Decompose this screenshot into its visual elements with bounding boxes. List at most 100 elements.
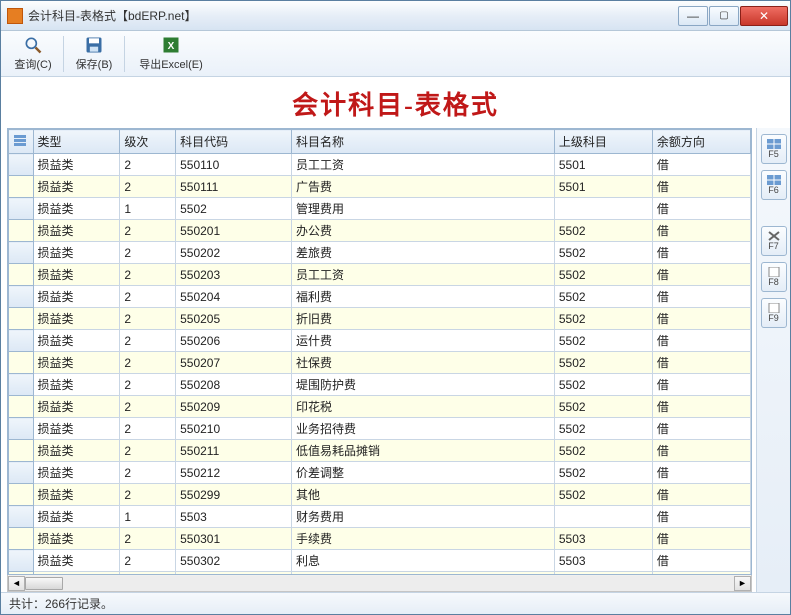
minimize-button[interactable]: — — [678, 6, 708, 26]
cell-level[interactable]: 2 — [120, 220, 176, 242]
cell-name[interactable]: 利息 — [291, 550, 554, 572]
table-row[interactable]: 损益类2550201办公费5502借 — [9, 220, 751, 242]
cell-name[interactable]: 折旧费 — [291, 308, 554, 330]
cell-type[interactable]: 损益类 — [33, 330, 120, 352]
cell-type[interactable]: 损益类 — [33, 396, 120, 418]
cell-dir[interactable]: 借 — [652, 506, 750, 528]
cell-dir[interactable]: 借 — [652, 330, 750, 352]
cell-code[interactable]: 550302 — [176, 550, 292, 572]
save-button[interactable]: 保存(B) — [70, 33, 118, 75]
query-button[interactable]: 查询(C) — [9, 33, 57, 75]
cell-name[interactable]: 管理费用 — [291, 198, 554, 220]
table-row[interactable]: 损益类2550208堤围防护费5502借 — [9, 374, 751, 396]
table-row[interactable]: 损益类15503财务费用借 — [9, 506, 751, 528]
cell-parent[interactable]: 5502 — [554, 308, 652, 330]
cell-dir[interactable]: 借 — [652, 440, 750, 462]
cell-name[interactable]: 手续费 — [291, 528, 554, 550]
f6-button[interactable]: F6 — [761, 170, 787, 200]
cell-dir[interactable]: 借 — [652, 154, 750, 176]
cell-type[interactable]: 损益类 — [33, 264, 120, 286]
col-header-dir[interactable]: 余额方向 — [652, 130, 750, 154]
cell-dir[interactable]: 借 — [652, 352, 750, 374]
cell-dir[interactable]: 借 — [652, 528, 750, 550]
cell-code[interactable]: 550299 — [176, 484, 292, 506]
cell-level[interactable]: 1 — [120, 198, 176, 220]
cell-name[interactable]: 价差调整 — [291, 462, 554, 484]
cell-type[interactable]: 损益类 — [33, 550, 120, 572]
col-header-code[interactable]: 科目代码 — [176, 130, 292, 154]
cell-name[interactable]: 办公费 — [291, 220, 554, 242]
cell-type[interactable]: 损益类 — [33, 198, 120, 220]
cell-code[interactable]: 550201 — [176, 220, 292, 242]
cell-code[interactable]: 550205 — [176, 308, 292, 330]
cell-type[interactable]: 损益类 — [33, 220, 120, 242]
cell-dir[interactable]: 借 — [652, 242, 750, 264]
cell-level[interactable]: 2 — [120, 286, 176, 308]
cell-level[interactable]: 2 — [120, 264, 176, 286]
table-row[interactable]: 损益类15502管理费用借 — [9, 198, 751, 220]
cell-code[interactable]: 5503 — [176, 506, 292, 528]
row-header[interactable] — [9, 506, 34, 528]
cell-name[interactable]: 员工工资 — [291, 264, 554, 286]
cell-parent[interactable]: 5502 — [554, 396, 652, 418]
cell-code[interactable]: 550204 — [176, 286, 292, 308]
row-header[interactable] — [9, 550, 34, 572]
data-grid[interactable]: 类型 级次 科目代码 科目名称 上级科目 余额方向 损益类2550110员工工资… — [7, 128, 752, 575]
cell-name[interactable]: 业务招待费 — [291, 418, 554, 440]
f8-button[interactable]: F8 — [761, 262, 787, 292]
cell-level[interactable]: 2 — [120, 550, 176, 572]
horizontal-scrollbar[interactable]: ◄ ► — [7, 575, 752, 592]
cell-type[interactable]: 损益类 — [33, 154, 120, 176]
cell-level[interactable]: 2 — [120, 418, 176, 440]
cell-name[interactable]: 福利费 — [291, 286, 554, 308]
row-header[interactable] — [9, 286, 34, 308]
cell-code[interactable]: 550111 — [176, 176, 292, 198]
cell-type[interactable]: 损益类 — [33, 308, 120, 330]
cell-level[interactable]: 2 — [120, 154, 176, 176]
cell-name[interactable]: 广告费 — [291, 176, 554, 198]
cell-code[interactable]: 550210 — [176, 418, 292, 440]
cell-parent[interactable]: 5503 — [554, 528, 652, 550]
cell-dir[interactable]: 借 — [652, 484, 750, 506]
table-row[interactable]: 损益类15601营业外支出借 — [9, 572, 751, 576]
row-header[interactable] — [9, 330, 34, 352]
row-header[interactable] — [9, 572, 34, 576]
cell-dir[interactable]: 借 — [652, 308, 750, 330]
cell-code[interactable]: 550207 — [176, 352, 292, 374]
cell-code[interactable]: 5502 — [176, 198, 292, 220]
cell-code[interactable]: 550110 — [176, 154, 292, 176]
cell-parent[interactable]: 5502 — [554, 242, 652, 264]
cell-name[interactable]: 营业外支出 — [291, 572, 554, 576]
table-row[interactable]: 损益类2550210业务招待费5502借 — [9, 418, 751, 440]
cell-level[interactable]: 2 — [120, 396, 176, 418]
cell-name[interactable]: 运什费 — [291, 330, 554, 352]
cell-parent[interactable]: 5502 — [554, 264, 652, 286]
cell-level[interactable]: 2 — [120, 484, 176, 506]
cell-level[interactable]: 2 — [120, 242, 176, 264]
row-header[interactable] — [9, 440, 34, 462]
table-row[interactable]: 损益类2550110员工工资5501借 — [9, 154, 751, 176]
cell-level[interactable]: 2 — [120, 352, 176, 374]
cell-parent[interactable]: 5502 — [554, 286, 652, 308]
cell-type[interactable]: 损益类 — [33, 286, 120, 308]
cell-dir[interactable]: 借 — [652, 550, 750, 572]
cell-parent[interactable] — [554, 572, 652, 576]
row-header[interactable] — [9, 528, 34, 550]
cell-dir[interactable]: 借 — [652, 286, 750, 308]
cell-name[interactable]: 低值易耗品摊销 — [291, 440, 554, 462]
cell-code[interactable]: 5601 — [176, 572, 292, 576]
cell-parent[interactable] — [554, 198, 652, 220]
row-header[interactable] — [9, 176, 34, 198]
cell-name[interactable]: 印花税 — [291, 396, 554, 418]
table-row[interactable]: 损益类2550202差旅费5502借 — [9, 242, 751, 264]
row-header[interactable] — [9, 462, 34, 484]
cell-type[interactable]: 损益类 — [33, 484, 120, 506]
cell-level[interactable]: 1 — [120, 506, 176, 528]
cell-dir[interactable]: 借 — [652, 374, 750, 396]
row-header[interactable] — [9, 198, 34, 220]
cell-parent[interactable]: 5502 — [554, 330, 652, 352]
scroll-right-arrow[interactable]: ► — [734, 576, 751, 591]
table-row[interactable]: 损益类2550204福利费5502借 — [9, 286, 751, 308]
cell-parent[interactable]: 5502 — [554, 374, 652, 396]
cell-type[interactable]: 损益类 — [33, 418, 120, 440]
